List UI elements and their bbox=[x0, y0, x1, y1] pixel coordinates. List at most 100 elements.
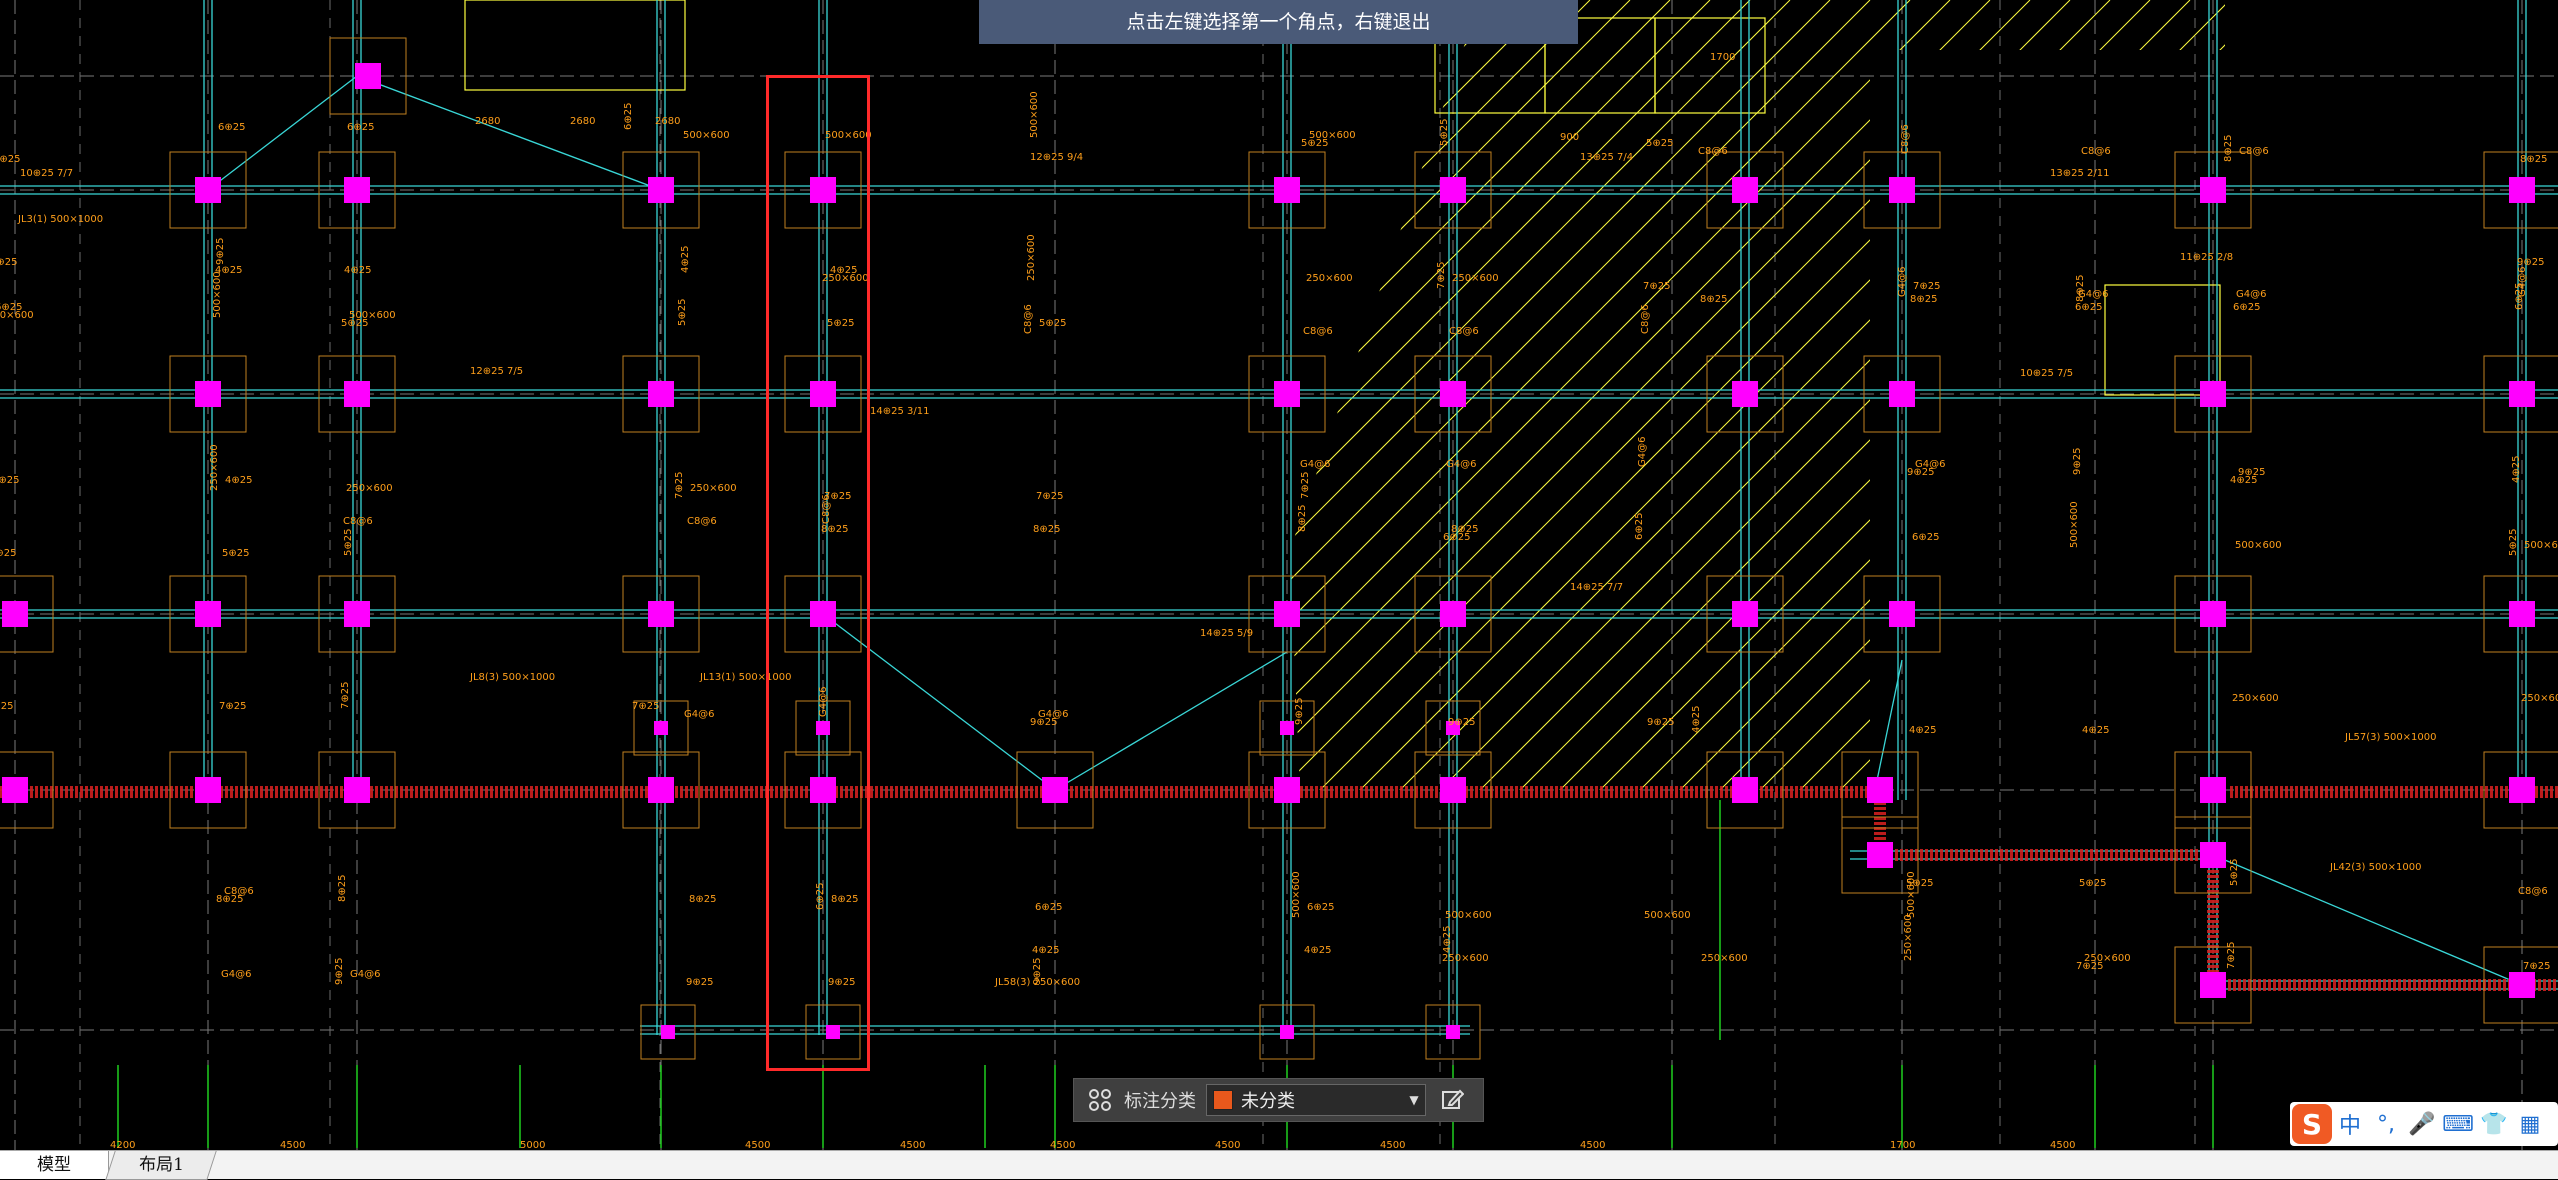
column-marker bbox=[648, 777, 674, 803]
tab-model[interactable]: 模型 bbox=[0, 1151, 109, 1179]
rebar-label: 9⊕25 bbox=[215, 238, 226, 265]
rebar-label: 250×600 bbox=[1701, 953, 1748, 964]
rebar-label: 5⊕25 bbox=[677, 299, 688, 326]
edit-category-button[interactable] bbox=[1434, 1082, 1470, 1118]
column-marker bbox=[1440, 177, 1466, 203]
dimension-label-top: 2680 bbox=[475, 116, 500, 127]
rebar-label: 7⊕25 bbox=[2226, 942, 2237, 969]
rebar-label: C8@6 bbox=[1900, 124, 1911, 154]
rebar-label: 5⊕25 bbox=[2229, 859, 2240, 886]
ime-skin-icon[interactable]: 👕 bbox=[2476, 1112, 2512, 1137]
column-marker bbox=[654, 721, 668, 735]
rebar-label: 8⊕25 bbox=[1451, 524, 1478, 535]
rebar-label: 500×600 bbox=[2069, 501, 2080, 548]
rebar-label: 6⊕25 bbox=[0, 302, 22, 313]
ime-microphone-icon[interactable]: 🎤 bbox=[2404, 1112, 2440, 1137]
rebar-label: 9⊕25 bbox=[2238, 467, 2265, 478]
rebar-label: 4⊕25 bbox=[1032, 945, 1059, 956]
rebar-label: 4⊕25 bbox=[1691, 706, 1702, 733]
beam-mark-label: 14⊕25 5/9 bbox=[1200, 628, 1253, 639]
tab-layout1[interactable]: 布局1 bbox=[105, 1151, 217, 1180]
rebar-label: 6⊕25 bbox=[1912, 532, 1939, 543]
category-color-swatch bbox=[1213, 1090, 1233, 1110]
rebar-label: 9⊕25 bbox=[1448, 717, 1475, 728]
rebar-label: 7⊕25 bbox=[2523, 961, 2550, 972]
layout-tab-bar: 模型 布局1 bbox=[0, 1150, 2558, 1180]
column-marker bbox=[2509, 777, 2535, 803]
beam-mark-label: 12⊕25 7/5 bbox=[470, 366, 523, 377]
sogou-logo-icon[interactable]: S bbox=[2292, 1104, 2332, 1144]
rebar-label: C8@6 bbox=[1303, 326, 1333, 337]
rebar-label: 5⊕25 bbox=[1039, 318, 1066, 329]
column-marker bbox=[2509, 601, 2535, 627]
rebar-label: 500×600 bbox=[683, 130, 730, 141]
rebar-label: 250×600 bbox=[1452, 273, 1499, 284]
ime-toolbox-icon[interactable]: ▦ bbox=[2512, 1112, 2548, 1137]
column-marker bbox=[344, 777, 370, 803]
rebar-label: C8@6 bbox=[2081, 146, 2111, 157]
rebar-label: 4⊕25 bbox=[2082, 725, 2109, 736]
rebar-label: C8@6 bbox=[2518, 886, 2548, 897]
rebar-label: 250×600 bbox=[1026, 234, 1037, 281]
column-marker bbox=[1732, 177, 1758, 203]
rebar-label: C8@6 bbox=[1698, 146, 1728, 157]
rebar-label: 6⊕25 bbox=[2233, 302, 2260, 313]
rebar-label: 7⊕25 bbox=[219, 701, 246, 712]
rebar-label: 5⊕25 bbox=[0, 548, 16, 559]
column-marker bbox=[1280, 1025, 1294, 1039]
rebar-label: 5⊕25 bbox=[1646, 138, 1673, 149]
column-marker bbox=[195, 177, 221, 203]
column-marker bbox=[1867, 777, 1893, 803]
column-marker bbox=[344, 381, 370, 407]
beam-spec-label: JL57(3) 500×1000 bbox=[2344, 732, 2437, 743]
beam-mark-label: 10⊕25 7/5 bbox=[2020, 368, 2073, 379]
rebar-label: C8@6 bbox=[224, 886, 254, 897]
column-marker bbox=[1889, 601, 1915, 627]
ime-keyboard-icon[interactable]: ⌨ bbox=[2440, 1112, 2476, 1137]
ime-chinese-mode-button[interactable]: 中 bbox=[2332, 1108, 2368, 1140]
cad-drawing-canvas[interactable]: 4200 4500 5000 4500 4500 4500 4500 4500 4500 1700… bbox=[0, 0, 2558, 1179]
dimension-label-top: 900 bbox=[1560, 132, 1579, 143]
rebar-label: 8⊕25 bbox=[689, 894, 716, 905]
column-marker bbox=[344, 601, 370, 627]
column-marker bbox=[1274, 381, 1300, 407]
column-marker bbox=[1732, 381, 1758, 407]
annotation-category-select[interactable]: 未分类 ▼ bbox=[1206, 1084, 1426, 1116]
rebar-label: 8⊕25 bbox=[337, 875, 348, 902]
ime-punctuation-button[interactable]: °, bbox=[2368, 1112, 2404, 1137]
command-hint-banner: 点击左键选择第一个角点，右键退出 bbox=[979, 0, 1578, 44]
rebar-label: 250×600 bbox=[1903, 914, 1914, 961]
rebar-label: 7⊕25 bbox=[1036, 491, 1063, 502]
rebar-label: 250×600 bbox=[2232, 693, 2279, 704]
rebar-label: G4@6 bbox=[684, 709, 714, 720]
rebar-label: 9⊕25 bbox=[1647, 717, 1674, 728]
rebar-label: C8@6 bbox=[687, 516, 717, 527]
rebar-label: 250×600 bbox=[1442, 953, 1489, 964]
rebar-label: 500×600 bbox=[1445, 910, 1492, 921]
column-marker bbox=[2200, 777, 2226, 803]
column-marker bbox=[661, 1025, 675, 1039]
column-marker bbox=[1280, 721, 1294, 735]
dimension-label-top: 2680 bbox=[655, 116, 680, 127]
rebar-label: 9⊕25 bbox=[2072, 448, 2083, 475]
column-marker bbox=[1274, 777, 1300, 803]
rebar-label: 9⊕25 bbox=[2517, 257, 2544, 268]
rebar-label: 8⊕25 bbox=[1297, 505, 1308, 532]
rebar-label: G4@6 bbox=[2236, 289, 2266, 300]
category-grid-button[interactable] bbox=[1082, 1082, 1118, 1118]
rebar-label: 500×600 bbox=[212, 271, 223, 318]
rebar-label: C8@6 bbox=[1640, 304, 1651, 334]
ime-toolbar: S 中 °, 🎤 ⌨ 👕 ▦ bbox=[2290, 1102, 2558, 1146]
rebar-label: 8⊕25 bbox=[2223, 135, 2234, 162]
selection-rectangle bbox=[766, 75, 870, 1071]
column-marker bbox=[1440, 601, 1466, 627]
column-marker bbox=[2200, 177, 2226, 203]
rebar-label: 6⊕25 bbox=[1307, 902, 1334, 913]
column-marker bbox=[355, 63, 381, 89]
beam-spec-label: JL8(3) 500×1000 bbox=[469, 672, 555, 683]
rebar-label: 7⊕25 bbox=[1643, 281, 1670, 292]
column-marker bbox=[195, 381, 221, 407]
column-marker bbox=[344, 177, 370, 203]
category-select-value: 未分类 bbox=[1241, 1091, 1295, 1112]
column-marker bbox=[2, 601, 28, 627]
